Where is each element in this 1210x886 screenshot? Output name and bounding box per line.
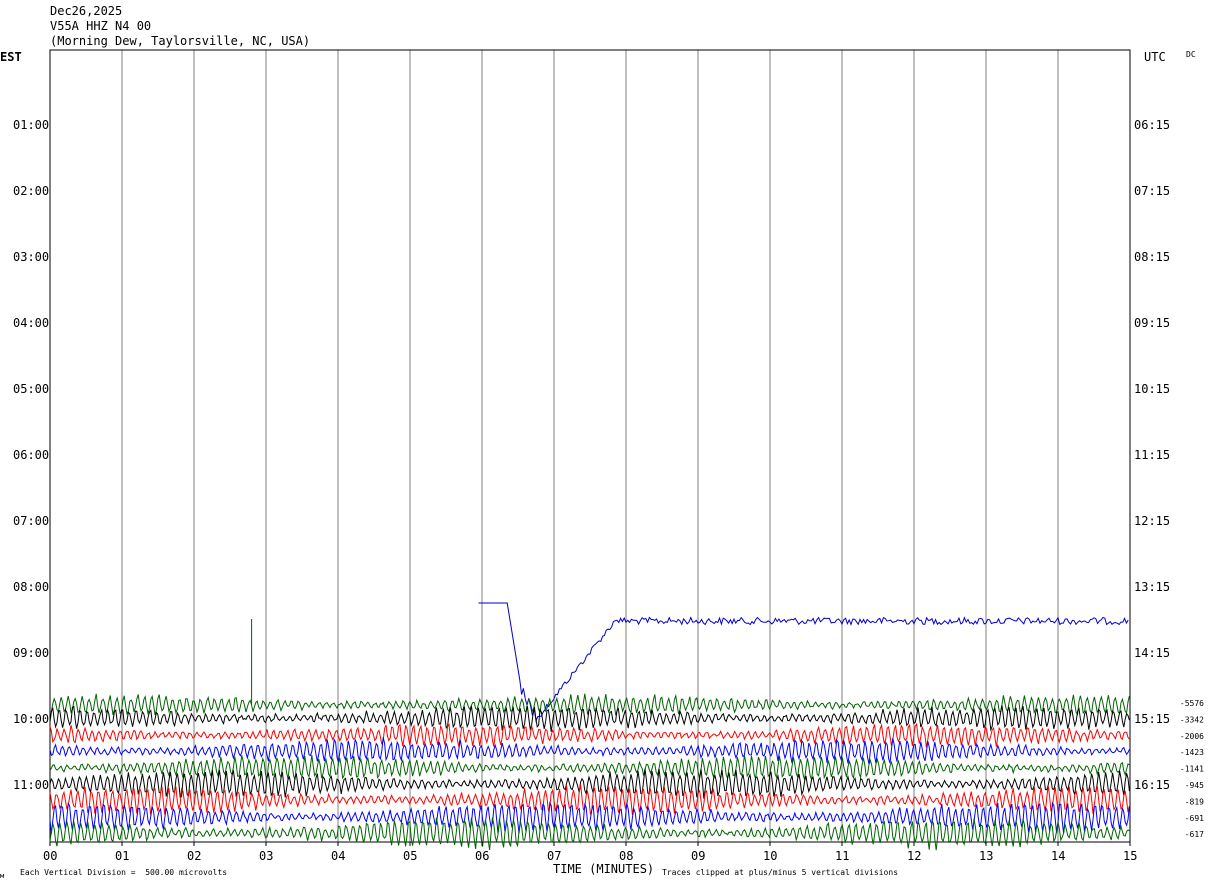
footer-clip-note: Traces clipped at plus/minus 5 vertical … [662, 868, 898, 877]
left-hour-label: 01:00 [13, 118, 49, 132]
plot-frame [49, 49, 1131, 843]
right-hour-label: 13:15 [1134, 580, 1170, 594]
utc-label: UTC [1144, 50, 1166, 64]
right-hour-label: 12:15 [1134, 514, 1170, 528]
trace-line [49, 768, 1130, 799]
left-hour-labels: 01:00 02:00 03:00 04:00 05:00 06:00 07:00 08:00… [13, 118, 49, 792]
trace-offset-label: -5576 [1180, 699, 1204, 708]
left-hour-label: 08:00 [13, 580, 49, 594]
trace-offset-label: -3342 [1180, 715, 1204, 724]
header-location: (Morning Dew, Taylorsville, NC, USA) [50, 34, 311, 48]
right-hour-label: 07:15 [1134, 184, 1170, 198]
grid-lines [121, 50, 1059, 842]
right-hour-label: 15:15 [1134, 712, 1170, 726]
left-hour-label: 07:00 [13, 514, 49, 528]
right-hour-label: 10:15 [1134, 382, 1170, 396]
x-tick-label-13: 13 [979, 849, 993, 863]
trace-offset-label: -617 [1185, 830, 1204, 839]
x-tick-label-12: 12 [907, 849, 921, 863]
x-tick-label-10: 10 [763, 849, 777, 863]
left-hour-label: 04:00 [13, 316, 49, 330]
x-tick-label-15: 15 [1123, 849, 1137, 863]
x-tick-label-03: 03 [259, 849, 273, 863]
right-hour-label: 06:15 [1134, 118, 1170, 132]
right-hour-label: 08:15 [1134, 250, 1170, 264]
x-tick-label-02: 02 [187, 849, 201, 863]
corner-mark: м [0, 872, 5, 880]
trace-line [49, 693, 1130, 717]
trace-offset-label: -945 [1185, 781, 1204, 790]
left-hour-label: 09:00 [13, 646, 49, 660]
x-axis-title: TIME (MINUTES) [553, 862, 654, 876]
header-station: V55A HHZ N4 00 [50, 19, 152, 33]
x-axis-ticks: 00 01 02 03 04 05 06 07 08 09 10 11 12 13 14 15 [43, 842, 1137, 863]
right-hour-labels: 06:15 07:15 08:15 09:15 10:15 11:15 12:15 13:15… [1134, 118, 1170, 792]
left-hour-label: 06:00 [13, 448, 49, 462]
x-tick-label-07: 07 [547, 849, 561, 863]
trace-offset-label: -1141 [1180, 765, 1204, 774]
trace-line [49, 722, 1130, 748]
x-tick-label-11: 11 [835, 849, 849, 863]
est-label: EST [0, 50, 22, 64]
x-tick-label-08: 08 [619, 849, 633, 863]
x-tick-label-01: 01 [115, 849, 129, 863]
helicorder-chart: 00 01 02 03 04 05 06 07 08 09 10 11 12 13 14 15 01:00 02… [0, 49, 1204, 880]
trace-offset-label: -819 [1185, 797, 1204, 806]
right-hour-label: 14:15 [1134, 646, 1170, 660]
right-hour-label: 11:15 [1134, 448, 1170, 462]
x-tick-label-05: 05 [403, 849, 417, 863]
trace-offset-label: -2006 [1180, 732, 1204, 741]
x-tick-label-06: 06 [475, 849, 489, 863]
footer-scale-note: Each Vertical Division = 500.00 microvol… [20, 868, 227, 877]
trace-offset-labels: -5576 -3342 -2006 -1423 -1141 -945 -819 -691 -61… [1180, 699, 1204, 839]
left-hour-label: 03:00 [13, 250, 49, 264]
right-hour-label: 09:15 [1134, 316, 1170, 330]
dc-label: DC [1186, 50, 1196, 59]
trace-offset-label: -1423 [1180, 748, 1204, 757]
right-hour-label: 16:15 [1134, 778, 1170, 792]
x-tick-label-14: 14 [1051, 849, 1065, 863]
seismic-traces [49, 602, 1130, 851]
x-tick-label-04: 04 [331, 849, 345, 863]
trace-line [49, 784, 1130, 816]
x-tick-label-00: 00 [43, 849, 57, 863]
left-hour-label: 10:00 [13, 712, 49, 726]
x-tick-label-09: 09 [691, 849, 705, 863]
left-hour-label: 11:00 [13, 778, 49, 792]
left-hour-label: 05:00 [13, 382, 49, 396]
trace-offset-label: -691 [1185, 814, 1204, 823]
left-hour-label: 02:00 [13, 184, 49, 198]
header-date: Dec26,2025 [50, 4, 123, 18]
